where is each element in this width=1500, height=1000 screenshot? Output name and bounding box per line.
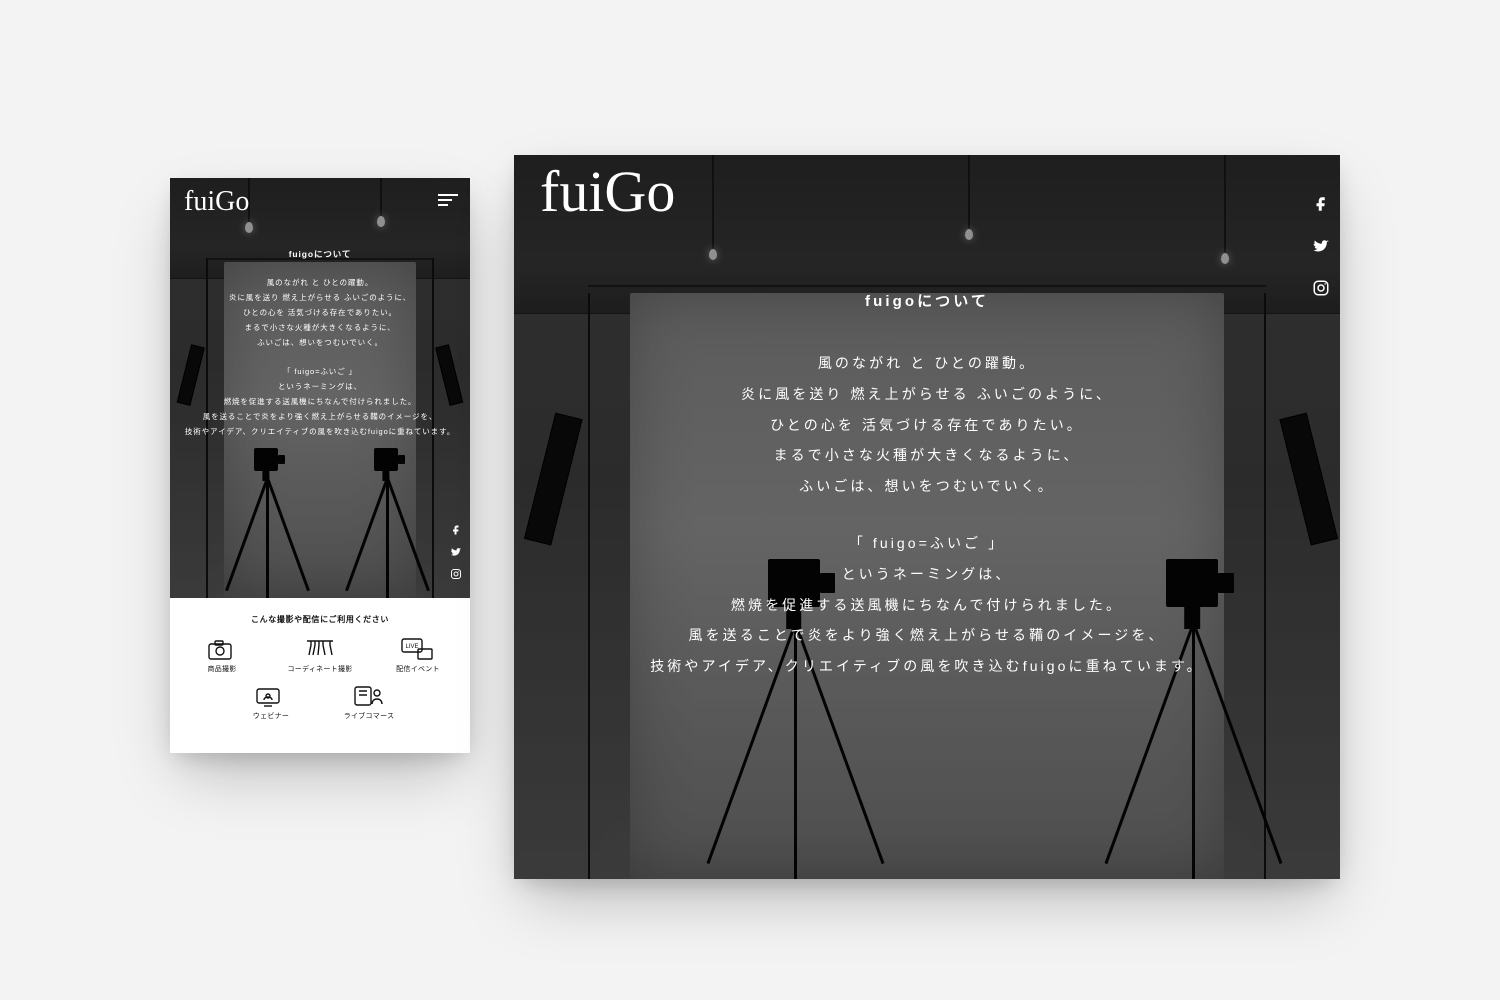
svg-text:LIVE: LIVE xyxy=(405,644,418,650)
facebook-icon[interactable] xyxy=(1312,195,1330,213)
about-line: 風を送ることで炎をより強く燃え上がらせる鞴のイメージを、 xyxy=(689,620,1166,651)
service-item[interactable]: コーディネート撮影 xyxy=(285,635,355,674)
about-line: 燃焼を促進する送風機にちなんで付けられました。 xyxy=(224,394,417,409)
about-line: ふいごは、想いをつむいでいく。 xyxy=(799,471,1055,502)
social-links xyxy=(446,520,466,584)
camera-icon xyxy=(205,635,239,661)
about-line: というネーミングは、 xyxy=(278,379,362,394)
service-item[interactable]: 商品撮影 xyxy=(187,635,257,674)
about-line: 「 fuigo=ふいご 」 xyxy=(849,528,1005,559)
about-line: 燃焼を促進する送風機にちなんで付けられました。 xyxy=(731,590,1123,621)
service-label: 配信イベント xyxy=(396,664,440,674)
instagram-icon[interactable] xyxy=(450,568,462,580)
hero-studio: fuiGo fuigoについて 風のながれ と ひとの躍動。 炎に風を送り 燃え… xyxy=(514,155,1340,879)
hero-studio: fuiGo fuigoについて 風のながれ と ひとの躍動。 炎に風を送り 燃え… xyxy=(170,178,470,598)
menu-button[interactable] xyxy=(438,194,458,206)
services-section: こんな撮影や配信にご利用ください 商品撮影 コーディネート撮影 LIVE 配信イ… xyxy=(170,598,470,753)
rack-icon xyxy=(303,635,337,661)
twitter-icon[interactable] xyxy=(450,546,462,558)
service-item[interactable]: LIVE 配信イベント xyxy=(383,635,453,674)
about-heading: fuigoについて xyxy=(865,285,989,318)
about-line: ひとの心を 活気づける存在でありたい。 xyxy=(243,305,397,320)
about-line: 風を送ることで炎をより強く燃え上がらせる鞴のイメージを、 xyxy=(203,409,438,424)
service-item[interactable]: ライブコマース xyxy=(334,682,404,721)
about-line: 炎に風を送り 燃え上がらせる ふいごのように、 xyxy=(741,379,1113,410)
services-heading: こんな撮影や配信にご利用ください xyxy=(251,614,389,625)
facebook-icon[interactable] xyxy=(450,524,462,536)
about-line: ひとの心を 活気づける存在でありたい。 xyxy=(770,410,1084,441)
about-line: ふいごは、想いをつむいでいく。 xyxy=(257,335,383,350)
commerce-icon xyxy=(352,682,386,708)
twitter-icon[interactable] xyxy=(1312,237,1330,255)
about-line: というネーミングは、 xyxy=(842,559,1013,590)
about-line: まるで小さな火種が大きくなるように、 xyxy=(245,320,396,335)
webinar-icon xyxy=(254,682,288,708)
about-line: 技術やアイデア、クリエイティブの風を吹き込むfuigoに重ねています。 xyxy=(185,424,455,439)
service-label: ウェビナー xyxy=(253,711,289,721)
service-item[interactable]: ウェビナー xyxy=(236,682,306,721)
live-icon: LIVE xyxy=(400,635,436,661)
instagram-icon[interactable] xyxy=(1312,279,1330,297)
about-line: 風のながれ と ひとの躍動。 xyxy=(267,275,373,290)
about-line: まるで小さな火種が大きくなるように、 xyxy=(773,440,1080,471)
about-heading: fuigoについて xyxy=(289,246,352,263)
about-copy: fuigoについて 風のながれ と ひとの躍動。 炎に風を送り 燃え上がらせる … xyxy=(514,285,1340,682)
service-label: ライブコマース xyxy=(344,711,395,721)
about-line: 炎に風を送り 燃え上がらせる ふいごのように、 xyxy=(229,290,411,305)
about-copy: fuigoについて 風のながれ と ひとの躍動。 炎に風を送り 燃え上がらせる … xyxy=(170,246,470,439)
service-label: 商品撮影 xyxy=(207,664,236,674)
social-links xyxy=(1312,195,1330,297)
about-line: 風のながれ と ひとの躍動。 xyxy=(818,348,1036,379)
service-label: コーディネート撮影 xyxy=(287,664,352,674)
mobile-preview: fuiGo fuigoについて 風のながれ と ひとの躍動。 炎に風を送り 燃え… xyxy=(170,178,470,753)
about-line: 「 fuigo=ふいご 」 xyxy=(283,364,357,379)
about-line: 技術やアイデア、クリエイティブの風を吹き込むfuigoに重ねています。 xyxy=(650,651,1204,682)
desktop-preview: fuiGo fuigoについて 風のながれ と ひとの躍動。 炎に風を送り 燃え… xyxy=(514,155,1340,879)
